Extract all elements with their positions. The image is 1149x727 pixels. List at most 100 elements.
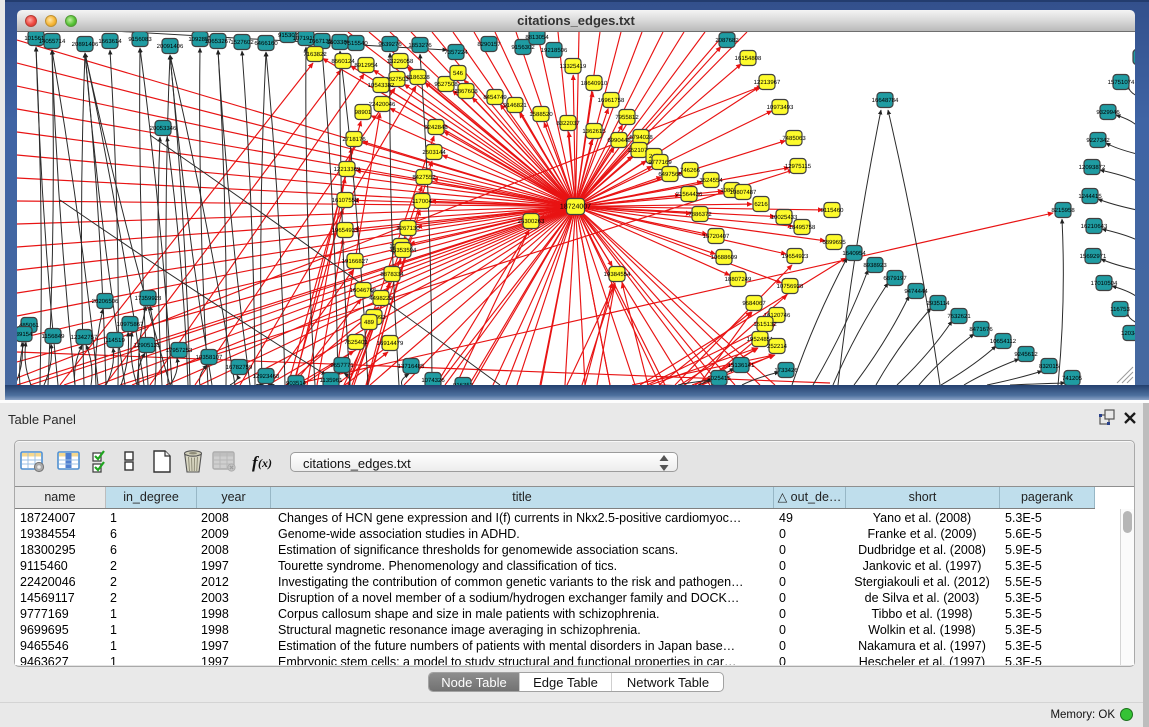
svg-text:15720407: 15720407 xyxy=(703,233,730,240)
svg-text:15751074: 15751074 xyxy=(1108,79,1135,86)
svg-text:1135961: 1135961 xyxy=(320,377,344,384)
svg-text:12213967: 12213967 xyxy=(754,79,781,86)
svg-text:1527602: 1527602 xyxy=(230,39,254,46)
svg-text:10975867: 10975867 xyxy=(117,321,144,328)
svg-text:20206506: 20206506 xyxy=(92,298,119,305)
svg-text:9639276: 9639276 xyxy=(378,41,402,48)
svg-text:9242848: 9242848 xyxy=(424,124,448,131)
svg-text:(x): (x) xyxy=(258,456,272,470)
svg-text:16648784: 16648784 xyxy=(872,97,899,104)
svg-text:114519: 114519 xyxy=(105,337,125,344)
svg-text:9657771: 9657771 xyxy=(330,362,354,369)
svg-text:6794028: 6794028 xyxy=(629,134,653,141)
svg-text:16961758: 16961758 xyxy=(598,97,625,104)
svg-text:252214: 252214 xyxy=(767,343,788,350)
svg-text:7485063: 7485063 xyxy=(782,135,806,142)
svg-text:18640910: 18640910 xyxy=(581,80,608,87)
svg-text:9329946: 9329946 xyxy=(1096,109,1120,116)
svg-text:9156302: 9156302 xyxy=(511,44,535,51)
svg-text:12213369: 12213369 xyxy=(334,166,361,173)
svg-text:489: 489 xyxy=(364,319,375,326)
svg-text:9146821: 9146821 xyxy=(503,102,527,109)
svg-text:6899695: 6899695 xyxy=(822,239,846,246)
svg-text:8290157: 8290157 xyxy=(477,41,501,48)
svg-text:8186328: 8186328 xyxy=(406,74,430,81)
svg-text:1025415: 1025415 xyxy=(707,375,731,382)
svg-text:8322037: 8322037 xyxy=(556,120,580,127)
svg-text:9156083: 9156083 xyxy=(128,36,152,43)
svg-text:8813054: 8813054 xyxy=(525,34,549,41)
svg-text:13716485: 13716485 xyxy=(398,363,425,370)
svg-text:8454749: 8454749 xyxy=(483,94,507,101)
svg-text:10358107: 10358107 xyxy=(196,354,223,361)
svg-text:12905135: 12905135 xyxy=(134,342,161,349)
svg-text:18807249: 18807249 xyxy=(725,276,752,283)
svg-text:18724007: 18724007 xyxy=(560,204,591,211)
svg-text:9474444: 9474444 xyxy=(904,288,928,295)
svg-text:9115460: 9115460 xyxy=(821,207,845,214)
svg-text:832015: 832015 xyxy=(1039,363,1060,370)
svg-text:2867608: 2867608 xyxy=(454,88,478,95)
svg-text:10543382: 10543382 xyxy=(368,82,395,89)
svg-text:12093872: 12093872 xyxy=(1079,164,1106,171)
svg-text:13325419: 13325419 xyxy=(560,63,587,70)
svg-text:17957253: 17957253 xyxy=(166,347,193,354)
svg-text:18495758: 18495758 xyxy=(789,224,816,231)
svg-text:10654112: 10654112 xyxy=(990,338,1017,345)
svg-text:22420046: 22420046 xyxy=(369,101,396,108)
svg-text:546: 546 xyxy=(453,70,464,77)
svg-text:7515540: 7515540 xyxy=(344,40,368,47)
svg-text:13226058: 13226058 xyxy=(387,58,414,65)
svg-text:16154808: 16154808 xyxy=(735,55,762,62)
svg-text:1733426: 1733426 xyxy=(774,367,798,374)
svg-text:1156849: 1156849 xyxy=(42,333,66,340)
svg-text:15136141: 15136141 xyxy=(728,362,755,369)
svg-text:10807487: 10807487 xyxy=(730,189,757,196)
svg-text:2935114: 2935114 xyxy=(927,300,951,307)
svg-text:19218506: 19218506 xyxy=(541,47,568,54)
svg-text:7163822: 7163822 xyxy=(303,51,327,58)
svg-text:19654933: 19654933 xyxy=(332,227,359,234)
svg-text:1663614: 1663614 xyxy=(98,38,122,45)
svg-text:2603144: 2603144 xyxy=(422,149,446,156)
svg-text:741205: 741205 xyxy=(1062,375,1083,382)
svg-text:4498222: 4498222 xyxy=(369,295,393,302)
svg-text:9527508: 9527508 xyxy=(434,81,458,88)
svg-text:10653267: 10653267 xyxy=(205,38,232,45)
svg-text:2718176: 2718176 xyxy=(342,136,366,143)
svg-text:19166827: 19166827 xyxy=(342,258,369,265)
svg-text:117004: 117004 xyxy=(412,198,432,205)
svg-text:16210643: 16210643 xyxy=(1081,223,1108,230)
svg-text:1244415: 1244415 xyxy=(1078,193,1102,200)
svg-text:7632621: 7632621 xyxy=(947,313,971,320)
svg-text:10973493: 10973493 xyxy=(767,104,794,111)
svg-text:20091406: 20091406 xyxy=(157,43,184,50)
svg-text:19654923: 19654923 xyxy=(782,253,809,260)
svg-text:25300263: 25300263 xyxy=(518,218,545,225)
svg-text:16782759: 16782759 xyxy=(226,364,253,371)
svg-text:14055714: 14055714 xyxy=(39,38,66,45)
svg-text:8878334: 8878334 xyxy=(380,271,404,278)
svg-text:16107553: 16107553 xyxy=(332,197,359,204)
svg-text:20891406: 20891406 xyxy=(72,41,99,48)
svg-text:12923468: 12923468 xyxy=(253,373,280,380)
svg-text:7886372: 7886372 xyxy=(688,211,712,218)
svg-text:1853276: 1853276 xyxy=(408,42,432,49)
svg-text:3267130: 3267130 xyxy=(396,225,420,232)
svg-text:6990448: 6990448 xyxy=(607,137,631,144)
svg-text:10688609: 10688609 xyxy=(711,254,738,261)
svg-text:17359928: 17359928 xyxy=(135,295,162,302)
svg-text:6466160: 6466160 xyxy=(254,40,278,47)
svg-text:10025433: 10025433 xyxy=(771,214,798,221)
svg-text:116753: 116753 xyxy=(1110,306,1130,313)
svg-text:7357224: 7357224 xyxy=(444,49,468,56)
svg-text:12342757: 12342757 xyxy=(71,334,98,341)
svg-text:8215958: 8215958 xyxy=(1051,207,1075,214)
svg-text:120345: 120345 xyxy=(1121,330,1135,337)
svg-text:1588520: 1588520 xyxy=(529,111,553,118)
svg-text:12975115: 12975115 xyxy=(785,163,812,170)
svg-text:10756928: 10756928 xyxy=(777,283,804,290)
svg-text:9684067: 9684067 xyxy=(742,300,766,307)
svg-text:3624554: 3624554 xyxy=(699,177,723,184)
svg-text:746266: 746266 xyxy=(680,167,701,174)
